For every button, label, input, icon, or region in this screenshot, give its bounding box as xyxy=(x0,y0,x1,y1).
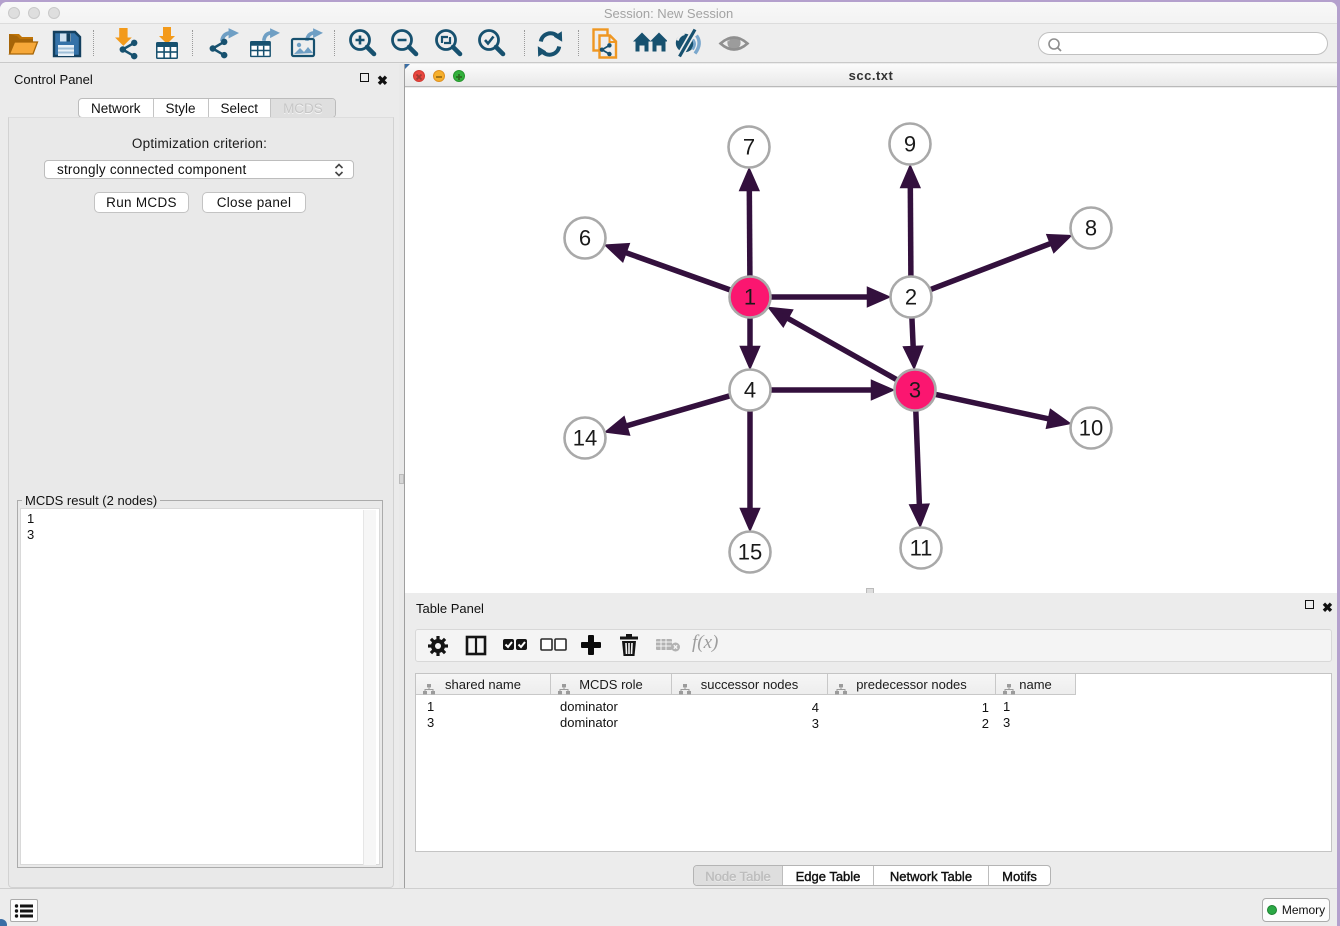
svg-text:9: 9 xyxy=(904,132,916,157)
svg-text:7: 7 xyxy=(743,135,755,160)
svg-text:3: 3 xyxy=(909,378,921,403)
svg-text:4: 4 xyxy=(744,378,756,403)
svg-text:14: 14 xyxy=(573,426,597,451)
svg-text:1: 1 xyxy=(744,285,756,310)
svg-text:2: 2 xyxy=(905,285,917,310)
svg-text:11: 11 xyxy=(910,536,933,561)
svg-text:15: 15 xyxy=(738,540,762,565)
svg-text:10: 10 xyxy=(1079,416,1103,441)
svg-text:6: 6 xyxy=(579,226,591,251)
svg-text:8: 8 xyxy=(1085,216,1097,241)
